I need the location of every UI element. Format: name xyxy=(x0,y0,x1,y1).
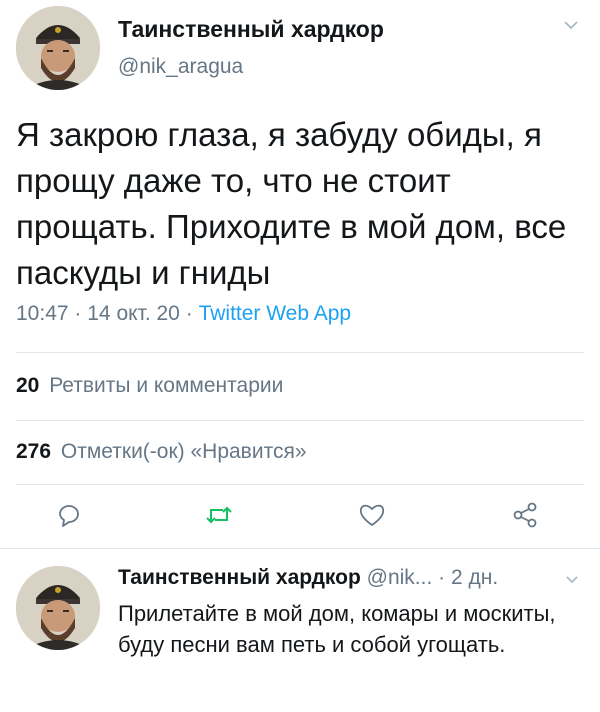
reply-header: Таинственный хардкор @nik... · 2 дн. xyxy=(118,566,498,590)
reply-author-handle[interactable]: @nik... xyxy=(367,566,433,589)
tweet-meta: 10:47 · 14 окт. 20 · Twitter Web App xyxy=(16,302,351,326)
tweet-source-link[interactable]: Twitter Web App xyxy=(199,302,352,325)
share-icon[interactable] xyxy=(508,498,542,532)
reply-text: Прилетайте в мой дом, комары и москиты, … xyxy=(118,601,556,657)
tweet-time: 10:47 xyxy=(16,302,69,325)
divider xyxy=(16,420,584,421)
retweets-count: 20 xyxy=(16,374,40,397)
action-bar xyxy=(0,496,600,536)
chevron-down-icon[interactable] xyxy=(562,570,582,590)
tweet-date[interactable]: 14 окт. 20 xyxy=(87,302,180,325)
tweet-text: Я закрою глаза, я забуду обиды, я прощу … xyxy=(16,116,567,291)
divider xyxy=(0,548,600,549)
retweet-icon[interactable] xyxy=(202,498,236,532)
reply-author-avatar[interactable] xyxy=(16,566,100,650)
chevron-down-icon[interactable] xyxy=(560,14,582,36)
meta-separator: · xyxy=(185,302,193,325)
reply-separator: · xyxy=(438,566,446,589)
divider xyxy=(16,352,584,353)
retweets-stat[interactable]: 20 Ретвиты и комментарии xyxy=(16,374,283,398)
meta-separator: · xyxy=(74,302,82,325)
avatar-image xyxy=(16,566,100,650)
reply-icon[interactable] xyxy=(52,498,86,532)
author-avatar[interactable] xyxy=(16,6,100,90)
retweets-label: Ретвиты и комментарии xyxy=(49,374,284,397)
likes-count: 276 xyxy=(16,440,52,463)
divider xyxy=(16,484,584,485)
author-name[interactable]: Таинственный хардкор xyxy=(118,16,384,43)
heart-icon[interactable] xyxy=(355,498,389,532)
likes-label: Отметки(-ок) «Нравится» xyxy=(60,440,307,463)
reply-author-name[interactable]: Таинственный хардкор xyxy=(118,566,361,589)
avatar-image xyxy=(16,6,100,90)
author-handle[interactable]: @nik_aragua xyxy=(118,55,243,79)
likes-stat[interactable]: 276 Отметки(-ок) «Нравится» xyxy=(16,440,307,464)
reply-time[interactable]: 2 дн. xyxy=(451,566,498,589)
